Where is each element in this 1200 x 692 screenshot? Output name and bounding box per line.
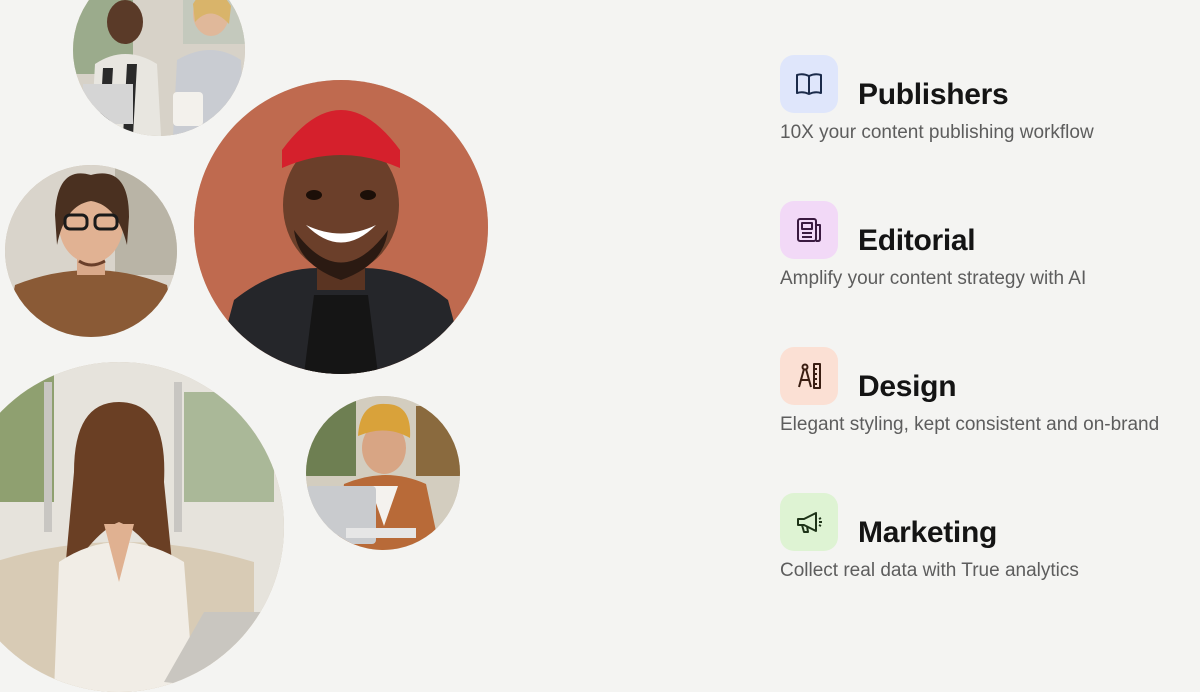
photo-man-yellow-beanie-laptop xyxy=(306,396,460,550)
feature-title-publishers: Publishers xyxy=(858,78,1009,111)
feature-description-marketing: Collect real data with True analytics xyxy=(780,560,1079,581)
photo-smiling-man-red-beanie xyxy=(194,80,488,374)
feature-marketing: Marketing Collect real data with True an… xyxy=(780,492,1200,582)
megaphone-icon xyxy=(780,493,838,551)
feature-title-editorial: Editorial xyxy=(858,224,976,257)
feature-publishers: Publishers 10X your content publishing w… xyxy=(780,54,1200,144)
photo-people-cafe xyxy=(73,0,245,136)
photo-woman-laptop-sofa xyxy=(0,362,284,692)
feature-description-editorial: Amplify your content strategy with AI xyxy=(780,268,1087,289)
feature-description-design: Elegant styling, kept consistent and on-… xyxy=(780,414,1160,435)
feature-title-design: Design xyxy=(858,370,957,403)
feature-title-marketing: Marketing xyxy=(858,516,997,549)
feature-editorial: Editorial Amplify your content strategy … xyxy=(780,200,1200,290)
feature-design: Design Elegant styling, kept consistent … xyxy=(780,346,1200,436)
photo-man-glasses-curly-hair xyxy=(5,165,177,337)
compass-ruler-icon xyxy=(780,347,838,405)
newspaper-icon xyxy=(780,201,838,259)
feature-description-publishers: 10X your content publishing workflow xyxy=(780,122,1094,143)
open-book-icon xyxy=(780,55,838,113)
